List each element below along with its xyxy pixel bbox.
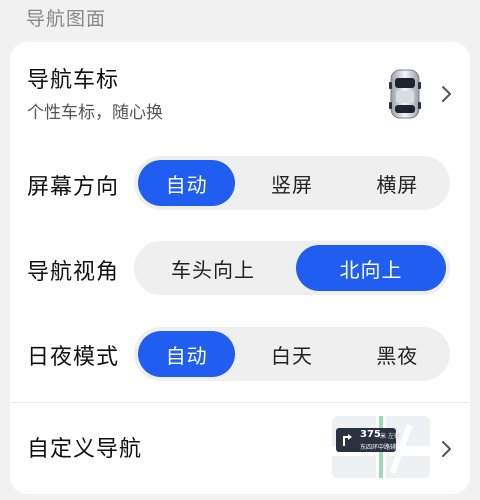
orientation-option-portrait[interactable]: 竖屏 — [243, 160, 340, 206]
day-night-option-night[interactable]: 黑夜 — [349, 331, 446, 377]
preview-unit: 米 — [380, 433, 387, 440]
screen-orientation-label: 屏幕方向 — [27, 175, 120, 200]
preview-distance: 375 — [360, 429, 381, 440]
nav-view-label: 导航视角 — [27, 260, 120, 285]
day-night-option-auto[interactable]: 自动 — [138, 331, 236, 377]
custom-nav-label: 自定义导航 — [27, 437, 143, 462]
vehicle-icon-subtitle: 个性车标，随心换 — [27, 103, 163, 123]
day-night-segmented-control: 自动 白天 黑夜 — [134, 327, 450, 381]
orientation-option-landscape[interactable]: 横屏 — [349, 160, 446, 206]
nav-view-segmented-control: 车头向上 北向上 — [134, 241, 450, 295]
nav-view-option-north-up[interactable]: 北向上 — [296, 245, 446, 291]
car-icon — [389, 69, 421, 119]
chevron-right-icon — [442, 86, 451, 102]
preview-turn-text: 左转 — [388, 433, 401, 440]
settings-card: 导航车标 个性车标，随心换 屏幕方向 自动 竖屏 横屏 导航视角 车头向上 北向… — [10, 42, 470, 494]
preview-road-name: 东四环中路辅路 — [360, 444, 403, 451]
chevron-right-icon — [442, 441, 451, 457]
nav-view-option-heading-up[interactable]: 车头向上 — [138, 245, 288, 291]
day-night-option-day[interactable]: 白天 — [243, 331, 340, 377]
vehicle-icon-title: 导航车标 — [27, 68, 120, 93]
custom-nav-row[interactable]: 自定义导航 375 米 左转 东四环中路辅路 — [10, 403, 470, 494]
screen-orientation-segmented-control: 自动 竖屏 横屏 — [134, 156, 450, 210]
day-night-label: 日夜模式 — [27, 345, 120, 370]
vehicle-icon-row[interactable]: 导航车标 个性车标，随心换 — [10, 42, 470, 142]
custom-nav-preview: 375 米 左转 东四环中路辅路 — [332, 416, 430, 478]
section-title: 导航图面 — [26, 8, 107, 30]
orientation-option-auto[interactable]: 自动 — [138, 160, 236, 206]
